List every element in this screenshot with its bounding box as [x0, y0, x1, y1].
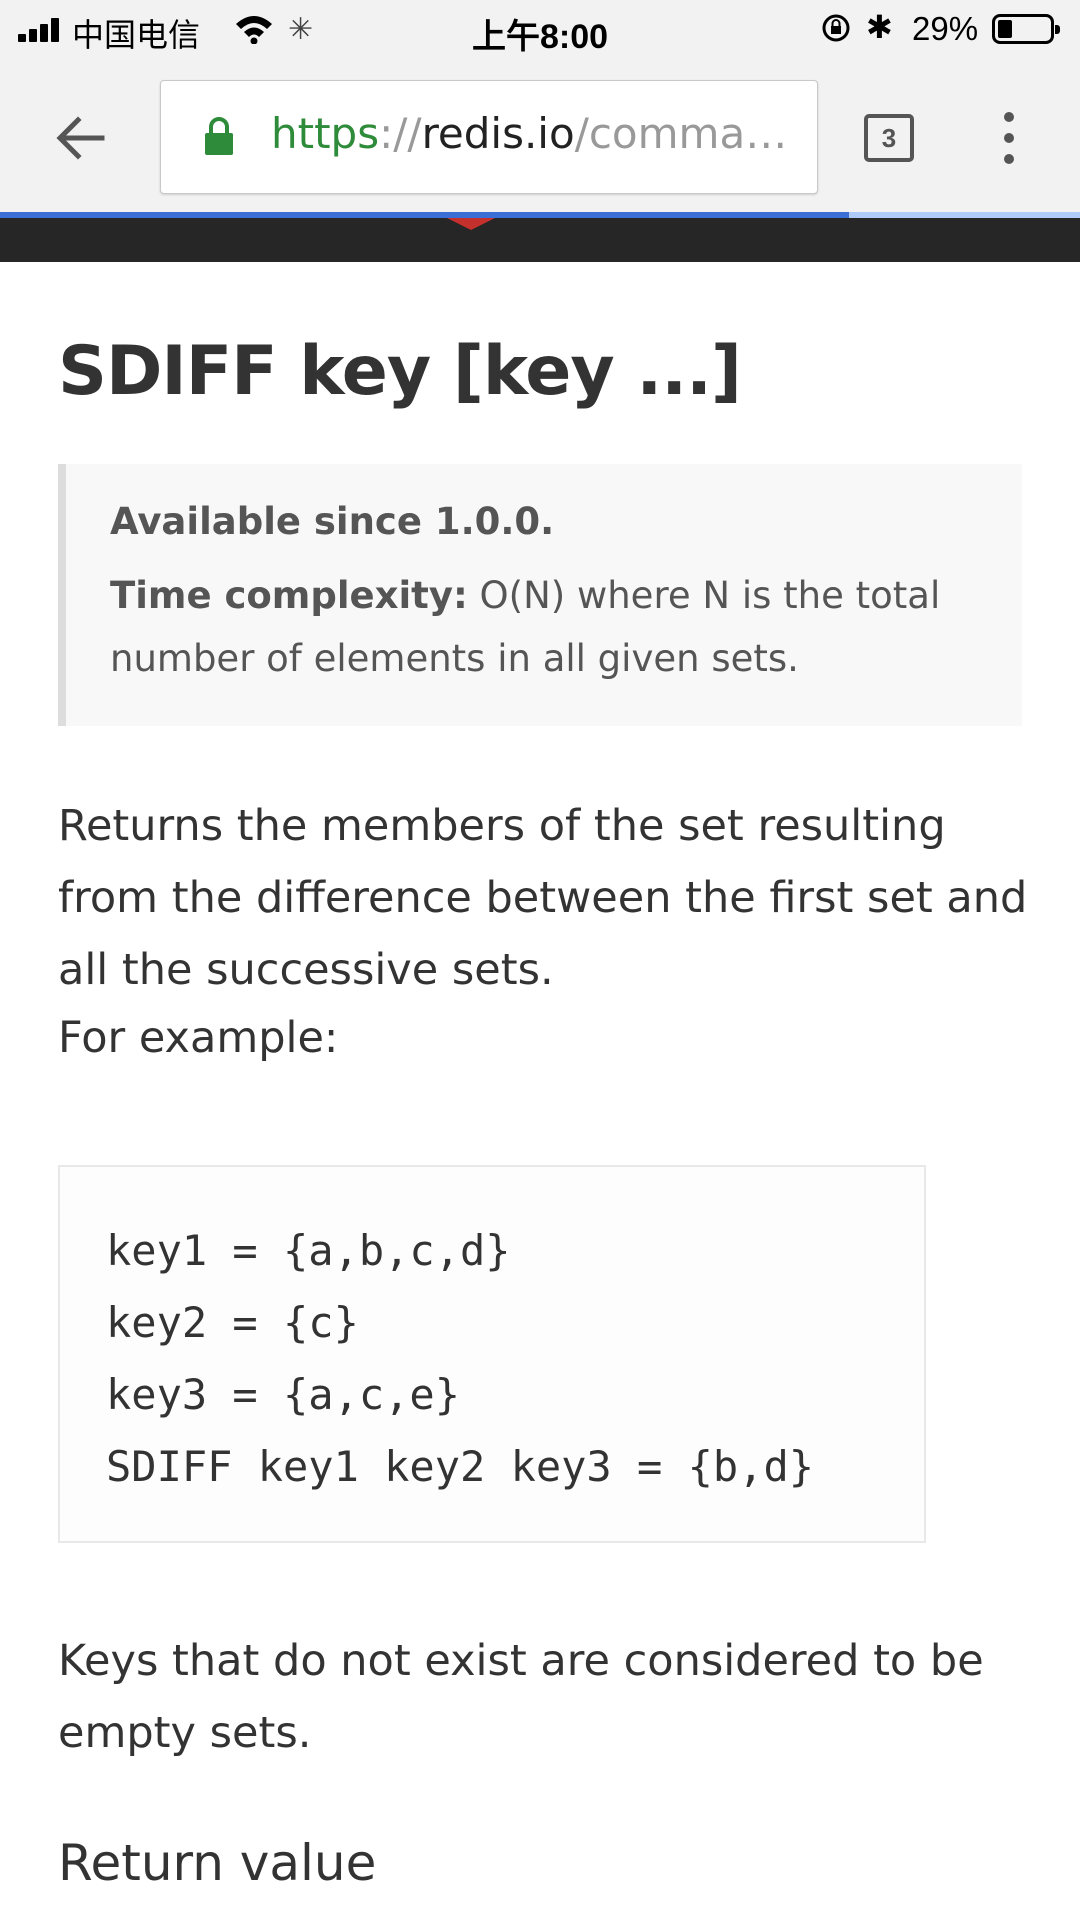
- code-line: key2 = {c}: [106, 1298, 359, 1347]
- code-example: key1 = {a,b,c,d} key2 = {c} key3 = {a,c,…: [58, 1165, 926, 1543]
- url-scheme: https: [271, 109, 380, 158]
- status-bar: 中国电信 ✳ 上午8:00 ✱ 29%: [0, 0, 1080, 60]
- code-line: key1 = {a,b,c,d}: [106, 1226, 511, 1275]
- lock-icon: [205, 117, 233, 155]
- code-line: key3 = {a,c,e}: [106, 1370, 461, 1419]
- browser-toolbar: https://redis.io/comman… 3: [0, 60, 1080, 212]
- command-metadata: Available since 1.0.0. Time complexity: …: [58, 464, 1022, 726]
- example-intro: For example:: [58, 1013, 339, 1063]
- page-title: SDIFF key [key ...]: [58, 332, 742, 411]
- battery-icon: [992, 14, 1060, 44]
- url-path: /comman…: [574, 109, 801, 158]
- available-since: Available since 1.0.0.: [110, 500, 555, 543]
- battery-percent: 29%: [912, 10, 979, 47]
- site-header: [0, 218, 1080, 262]
- overflow-menu-icon[interactable]: [1000, 112, 1016, 164]
- time-complexity-label: Time complexity:: [110, 574, 468, 617]
- address-bar[interactable]: https://redis.io/comman…: [160, 80, 818, 194]
- rotation-lock-icon: [822, 14, 850, 42]
- section-heading-return-value: Return value: [58, 1834, 377, 1892]
- code-line: SDIFF key1 key2 key3 = {b,d}: [106, 1442, 815, 1491]
- tabs-icon[interactable]: 3: [864, 114, 914, 162]
- back-arrow-icon[interactable]: [54, 112, 106, 164]
- redis-logo-icon[interactable]: [447, 218, 495, 230]
- url-separator: ://: [379, 109, 422, 158]
- description: Returns the members of the set resulting…: [58, 801, 1028, 995]
- url-text: https://redis.io/comman…: [271, 109, 801, 169]
- url-host: redis.io: [421, 109, 575, 158]
- empty-keys-note: Keys that do not exist are considered to…: [58, 1636, 984, 1758]
- bluetooth-icon: ✱: [866, 9, 893, 45]
